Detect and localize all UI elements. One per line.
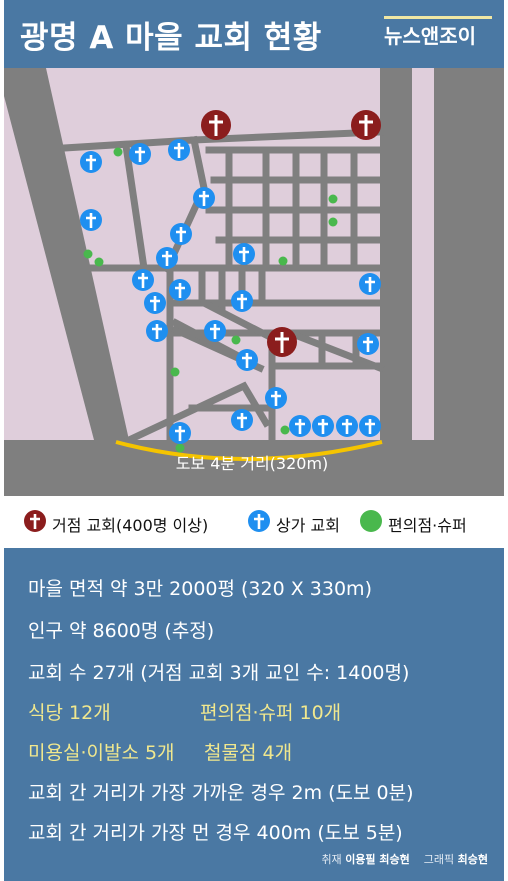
area-value: 약 3만 2000평 (320 X 330m)	[110, 578, 372, 600]
hardware-value: 4개	[262, 742, 293, 764]
beauty-row: 미용실·이발소 5개	[28, 738, 175, 765]
area-label: 마을 면적	[28, 578, 104, 600]
population-value: 약 8600명 (추정)	[69, 620, 215, 642]
hardware-label: 철물점	[204, 742, 257, 764]
restaurants-value: 12개	[69, 702, 111, 724]
main-roads	[4, 68, 504, 496]
legend-storefront-church: 상가 교회	[276, 516, 340, 535]
legend-hub-church: 거점 교회(400명 이상)	[52, 516, 209, 535]
area-row: 마을 면적 약 3만 2000평 (320 X 330m)	[28, 574, 372, 601]
population-row: 인구 약 8600명 (추정)	[28, 616, 214, 643]
convenience-store-icon	[360, 510, 382, 532]
brand-logo: 뉴스앤조이	[384, 24, 476, 48]
legend-convenience-store: 편의점·슈퍼	[388, 516, 467, 535]
map-legend: 거점 교회(400명 이상) 상가 교회 편의점·슈퍼	[4, 498, 504, 548]
restaurants-row: 식당 12개	[28, 698, 111, 725]
map-canvas: 도보 4분 거리(320m)	[4, 68, 504, 496]
credit-designer: 최승현	[457, 853, 488, 866]
village-map: 도보 4분 거리(320m)	[4, 68, 504, 496]
page-title: 광명 A 마을 교회 현황	[20, 20, 322, 56]
convenience-label: 편의점·슈퍼	[200, 702, 294, 724]
info-panel: 마을 면적 약 3만 2000평 (320 X 330m) 인구 약 8600명…	[4, 548, 504, 881]
credit-report-label: 취재	[321, 853, 342, 866]
credit-line: 취재 이용필 최승현 그래픽 최승현	[321, 851, 488, 867]
credit-graphic-label: 그래픽	[423, 853, 455, 866]
church-count: 교회 수 27개 (거점 교회 3개 교인 수: 1400명)	[28, 662, 410, 684]
hub-church-icon	[24, 510, 46, 532]
storefront-church-icon	[248, 510, 270, 532]
distance-label: 도보 4분 거리(320m)	[176, 454, 329, 473]
beauty-label: 미용실·이발소	[28, 742, 139, 764]
convenience-value: 10개	[299, 702, 342, 724]
farthest-distance: 교회 간 거리가 가장 먼 경우 400m (도보 5분)	[28, 822, 403, 844]
header-banner: 광명 A 마을 교회 현황 뉴스앤조이	[4, 0, 504, 68]
credit-reporter: 이용필 최승현	[345, 853, 410, 866]
restaurants-label: 식당	[28, 702, 63, 724]
population-label: 인구	[28, 620, 63, 642]
hardware-row: 철물점 4개	[204, 738, 292, 765]
beauty-value: 5개	[144, 742, 175, 764]
brand-underline	[384, 16, 492, 19]
convenience-row: 편의점·슈퍼 10개	[200, 698, 341, 725]
closest-distance: 교회 간 거리가 가장 가까운 경우 2m (도보 0분)	[28, 782, 414, 804]
